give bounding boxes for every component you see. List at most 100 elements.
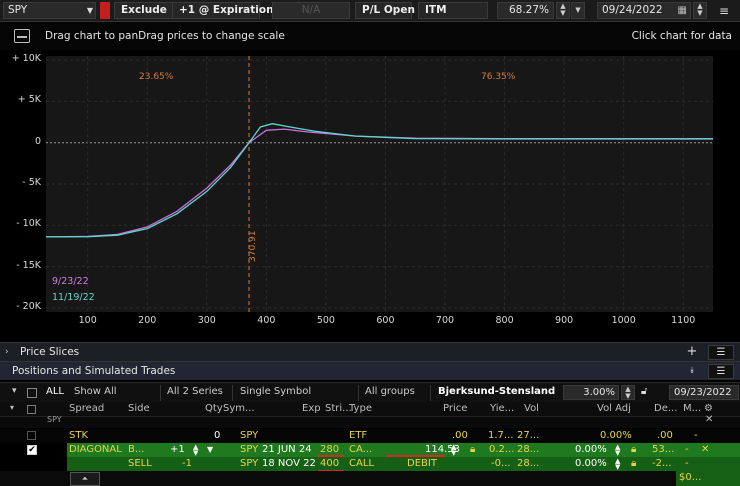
row-vol-adj[interactable]: 0.00% [575, 457, 607, 471]
exclude-button[interactable]: Exclude [114, 2, 174, 19]
positions-menu-button[interactable]: ☰ [708, 364, 734, 379]
positions-toolbar: ▾ ALL Show All All 2 Series Single Symbo… [0, 382, 740, 402]
row-side[interactable]: B... [128, 443, 144, 457]
row-vol: 28... [517, 444, 540, 455]
row-checkbox[interactable] [27, 431, 36, 440]
chart-icon [14, 29, 30, 43]
row-exp[interactable]: 21 JUN 24 [262, 443, 312, 457]
positions-label: Positions and Simulated Trades [12, 365, 176, 377]
col-type[interactable]: Type [349, 403, 372, 414]
sim-date-input[interactable]: 09/23/2022 [669, 385, 739, 400]
table-row[interactable]: ✔ DIAGONAL B... +1 ▲ ▼ ▼ SPY 21 JUN 24 28… [0, 443, 740, 471]
chevron-down-icon: ▼ [86, 6, 93, 15]
col-vol-adj[interactable]: Vol Adj [597, 403, 631, 414]
table-row[interactable]: SELL -1 SPY 18 NOV 22 400 CALL DEBIT -0.… [0, 457, 740, 471]
col-exp[interactable]: Exp [302, 403, 321, 414]
row-mark: - [685, 444, 689, 455]
probability-input[interactable]: 68.27% [497, 2, 554, 19]
row-strike[interactable]: 400 [320, 457, 339, 471]
col-vol[interactable]: Vol [524, 403, 539, 414]
price-stepper[interactable]: ▲ ▼ [451, 444, 456, 457]
header-checkbox[interactable] [27, 405, 36, 414]
rate-stepper[interactable]: ▲ ▼ [621, 385, 635, 400]
voladj-lock-icon[interactable]: 🔒︎ [631, 457, 636, 471]
model-select[interactable]: Bjerksund-Stensland [438, 386, 555, 397]
date-stepper[interactable]: ▲ ▼ [693, 2, 707, 19]
row-side[interactable]: SELL [128, 457, 152, 471]
scroll-top-button[interactable]: ⏶ [70, 472, 100, 486]
row-price-effect: DEBIT [407, 458, 437, 469]
col-strike[interactable]: Stri... [325, 403, 352, 414]
menu-icon[interactable]: ≡ [712, 3, 736, 19]
probability-dropdown[interactable]: ▼ [571, 2, 585, 19]
date-input[interactable]: 09/24/2022 ▦ [597, 2, 691, 19]
rate-input[interactable]: 3.00% [563, 385, 619, 400]
y-tick-label: - 5K [22, 177, 41, 188]
symbol-mode-select[interactable]: Single Symbol [240, 386, 311, 397]
positions-bar[interactable]: Positions and Simulated Trades ⯯ ☰ [0, 361, 740, 380]
remove-group-icon[interactable]: ✕ [705, 414, 713, 425]
col-spread[interactable]: Spread [69, 403, 104, 414]
table-row[interactable]: STK 0 SPY ETF .00 1.7... 27... 0.00% .00… [0, 429, 740, 443]
col-mark[interactable]: M... [683, 403, 701, 414]
date-value: 09/24/2022 [602, 4, 663, 16]
calendar-icon[interactable]: ▦ [678, 3, 687, 18]
price-slices-bar[interactable]: › Price Slices + ☰ [0, 342, 740, 361]
series-line-2 [45, 123, 713, 238]
expand-all-icon[interactable]: ▾ [12, 386, 17, 396]
row-vol-adj[interactable]: 0.00% [575, 443, 607, 457]
pl-open-label: P/L Open [362, 4, 415, 16]
collapse-group-icon[interactable]: ▾ [10, 403, 14, 412]
alert-flag-icon[interactable] [100, 2, 110, 19]
row-type[interactable]: CALL [349, 457, 374, 471]
col-delta[interactable]: De... [654, 403, 677, 414]
chevron-right-icon[interactable]: › [5, 343, 9, 361]
all-label: ALL [46, 386, 64, 397]
series-select[interactable]: All 2 Series [167, 386, 223, 397]
table-footer: ⏶ $0... [0, 471, 740, 486]
series-line-1 [45, 128, 713, 238]
expiration-select[interactable]: +1 @ Expiration [172, 2, 274, 19]
symbol-select[interactable]: SPY ▼ [3, 2, 96, 19]
row-spread: DIAGONAL [69, 444, 122, 455]
x-tick-label: 1000 [611, 315, 636, 326]
x-tick-label: 1100 [671, 315, 696, 326]
voladj-lock-icon[interactable]: 🔒︎ [631, 443, 636, 457]
voladj-stepper[interactable]: ▲ ▼ [615, 458, 620, 471]
table-settings-icon[interactable]: ⚙ [704, 403, 713, 414]
row-qty[interactable]: +1 [170, 443, 185, 457]
y-tick-label: - 20K [16, 300, 41, 312]
risk-profile-chart[interactable] [0, 50, 740, 340]
lock-icon[interactable]: 🔓︎ [641, 386, 647, 397]
row-checkbox-checked[interactable]: ✔ [27, 445, 37, 455]
collapse-icon[interactable]: ⯯ [684, 362, 700, 380]
row-yield: 0.2... [489, 444, 515, 455]
x-tick-label: 400 [257, 315, 276, 326]
probability-stepper[interactable]: ▲ ▼ [556, 2, 570, 19]
add-icon[interactable]: + [684, 343, 700, 361]
col-qty[interactable]: Qty [205, 403, 223, 414]
itm-select[interactable]: ITM [418, 2, 488, 19]
close-icon[interactable]: ✕ [701, 443, 709, 457]
row-type[interactable]: CA... [349, 443, 372, 457]
legend-series-1: 9/23/22 [52, 276, 89, 287]
lock-icon[interactable]: 🔒︎ [470, 443, 475, 457]
y-tick-label: - 15K [16, 259, 41, 271]
show-all-select[interactable]: Show All [74, 386, 117, 397]
col-yield[interactable]: Yie... [490, 403, 514, 414]
row-symbol: SPY [240, 430, 259, 441]
col-price[interactable]: Price [443, 403, 467, 414]
voladj-stepper[interactable]: ▲ ▼ [615, 444, 620, 457]
list-menu-button[interactable]: ☰ [708, 345, 734, 360]
qty-stepper[interactable]: ▲ ▼ [193, 444, 198, 457]
x-tick-label: 500 [316, 315, 335, 326]
col-side[interactable]: Side [128, 403, 150, 414]
y-tick-label: + 10K [11, 53, 41, 65]
col-symbol[interactable]: Sym... [223, 403, 255, 414]
select-all-checkbox[interactable] [27, 388, 37, 398]
row-exp[interactable]: 18 NOV 22 [262, 457, 316, 471]
qty-dropdown-icon[interactable]: ▼ [207, 443, 213, 457]
na-input[interactable]: N/A [272, 2, 350, 19]
pl-open-select[interactable]: P/L Open [355, 2, 415, 19]
groups-select[interactable]: All groups [365, 386, 415, 397]
